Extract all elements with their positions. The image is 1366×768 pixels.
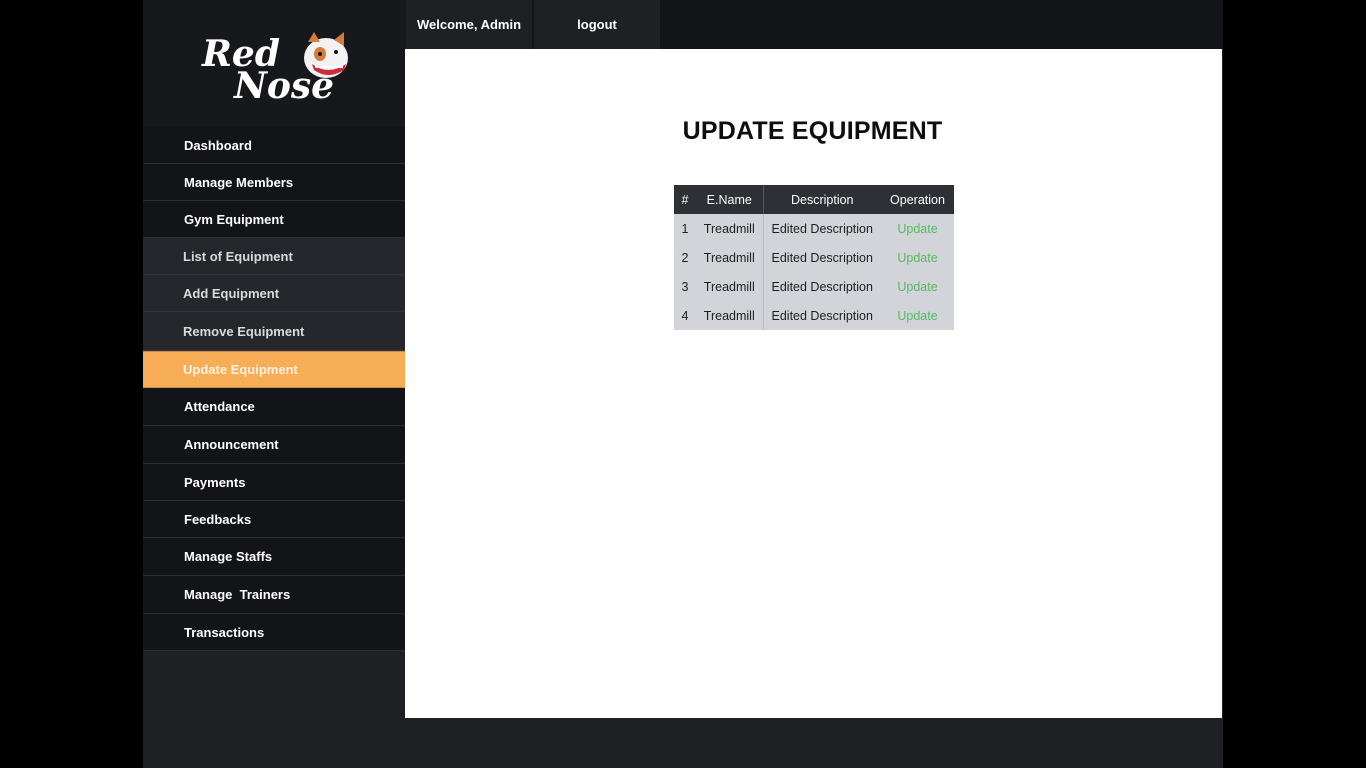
sidebar-item-manage-trainers[interactable]: Manage Trainers: [143, 576, 405, 614]
row-operation: Update: [881, 272, 954, 301]
sidebar-item-label: Manage Staffs: [184, 549, 273, 564]
update-link[interactable]: Update: [897, 222, 937, 236]
row-index: 4: [674, 301, 696, 330]
welcome-text: Welcome, Admin: [406, 0, 532, 49]
table-row: 3 Treadmill Edited Description Update: [674, 272, 954, 301]
row-description: Edited Description: [763, 243, 881, 272]
sidebar-item-label: List of Equipment: [183, 248, 293, 264]
table-header-row: # E.Name Description Operation: [674, 185, 954, 214]
column-header-index: #: [674, 185, 696, 214]
row-description: Edited Description: [763, 301, 881, 330]
sidebar-item-label: Transactions: [184, 624, 265, 640]
row-name: Treadmill: [696, 301, 764, 330]
row-name: Treadmill: [696, 243, 764, 272]
row-index: 1: [674, 214, 696, 243]
sidebar-item-gym-equipment[interactable]: Gym Equipment: [143, 201, 405, 238]
sidebar: Red Nose Dashboard Manage Members Gym Eq…: [143, 0, 405, 768]
sidebar-item-label: Dashboard: [184, 137, 252, 153]
sidebar-item-label: Announcement: [184, 437, 279, 452]
table-row: 1 Treadmill Edited Description Update: [674, 214, 954, 243]
sidebar-item-label: Manage Trainers: [184, 587, 291, 602]
update-link[interactable]: Update: [897, 251, 937, 265]
row-index: 2: [674, 243, 696, 272]
sidebar-item-label: Manage Members: [184, 174, 294, 190]
sidebar-item-feedbacks[interactable]: Feedbacks: [143, 501, 405, 538]
row-operation: Update: [881, 301, 954, 330]
rednose-logo: Red Nose: [201, 32, 348, 104]
row-index: 3: [674, 272, 696, 301]
column-header-description: Description: [763, 185, 881, 214]
sidebar-item-label: Attendance: [184, 399, 255, 414]
logo-area: Red Nose: [143, 0, 405, 127]
logout-button[interactable]: logout: [534, 0, 660, 49]
sidebar-item-dashboard[interactable]: Dashboard: [143, 127, 405, 164]
row-operation: Update: [881, 243, 954, 272]
sidebar-item-label: Gym Equipment: [184, 211, 284, 227]
sidebar-item-manage-staffs[interactable]: Manage Staffs: [143, 538, 405, 576]
top-bar: Welcome, Admin logout: [405, 0, 1223, 49]
sidebar-item-label: Remove Equipment: [183, 323, 305, 339]
row-operation: Update: [881, 214, 954, 243]
sidebar-item-payments[interactable]: Payments: [143, 464, 405, 501]
table-row: 2 Treadmill Edited Description Update: [674, 243, 954, 272]
page-title: UPDATE EQUIPMENT: [682, 117, 943, 145]
table-row: 4 Treadmill Edited Description Update: [674, 301, 954, 330]
sidebar-subitem-remove-equipment[interactable]: Remove Equipment: [143, 312, 405, 351]
row-description: Edited Description: [763, 272, 881, 301]
sidebar-item-transactions[interactable]: Transactions: [143, 614, 405, 651]
sidebar-item-attendance[interactable]: Attendance: [143, 388, 405, 426]
sidebar-item-label: Payments: [184, 474, 246, 490]
footer-bar: [405, 718, 1223, 768]
sidebar-subitem-update-equipment[interactable]: Update Equipment: [143, 351, 405, 388]
row-name: Treadmill: [696, 272, 764, 301]
sidebar-item-label: Add Equipment: [183, 285, 280, 301]
column-header-operation: Operation: [881, 185, 954, 214]
sidebar-item-label: Feedbacks: [184, 511, 252, 527]
row-description: Edited Description: [763, 214, 881, 243]
sidebar-subitem-list-equipment[interactable]: List of Equipment: [143, 238, 405, 275]
sidebar-subitem-add-equipment[interactable]: Add Equipment: [143, 275, 405, 312]
app-window: Red Nose Dashboard Manage Members Gym Eq…: [143, 0, 1223, 768]
sidebar-item-announcement[interactable]: Announcement: [143, 426, 405, 464]
sidebar-item-manage-members[interactable]: Manage Members: [143, 164, 405, 201]
row-name: Treadmill: [696, 214, 764, 243]
bulldog-mascot-icon: [304, 32, 348, 78]
column-header-name: E.Name: [696, 185, 764, 214]
sidebar-item-label: Update Equipment: [183, 362, 298, 377]
update-link[interactable]: Update: [897, 309, 937, 323]
main-content: UPDATE EQUIPMENT # E.Name Description Op…: [405, 49, 1222, 718]
update-link[interactable]: Update: [897, 280, 937, 294]
equipment-table: # E.Name Description Operation 1 Treadmi…: [674, 185, 954, 330]
